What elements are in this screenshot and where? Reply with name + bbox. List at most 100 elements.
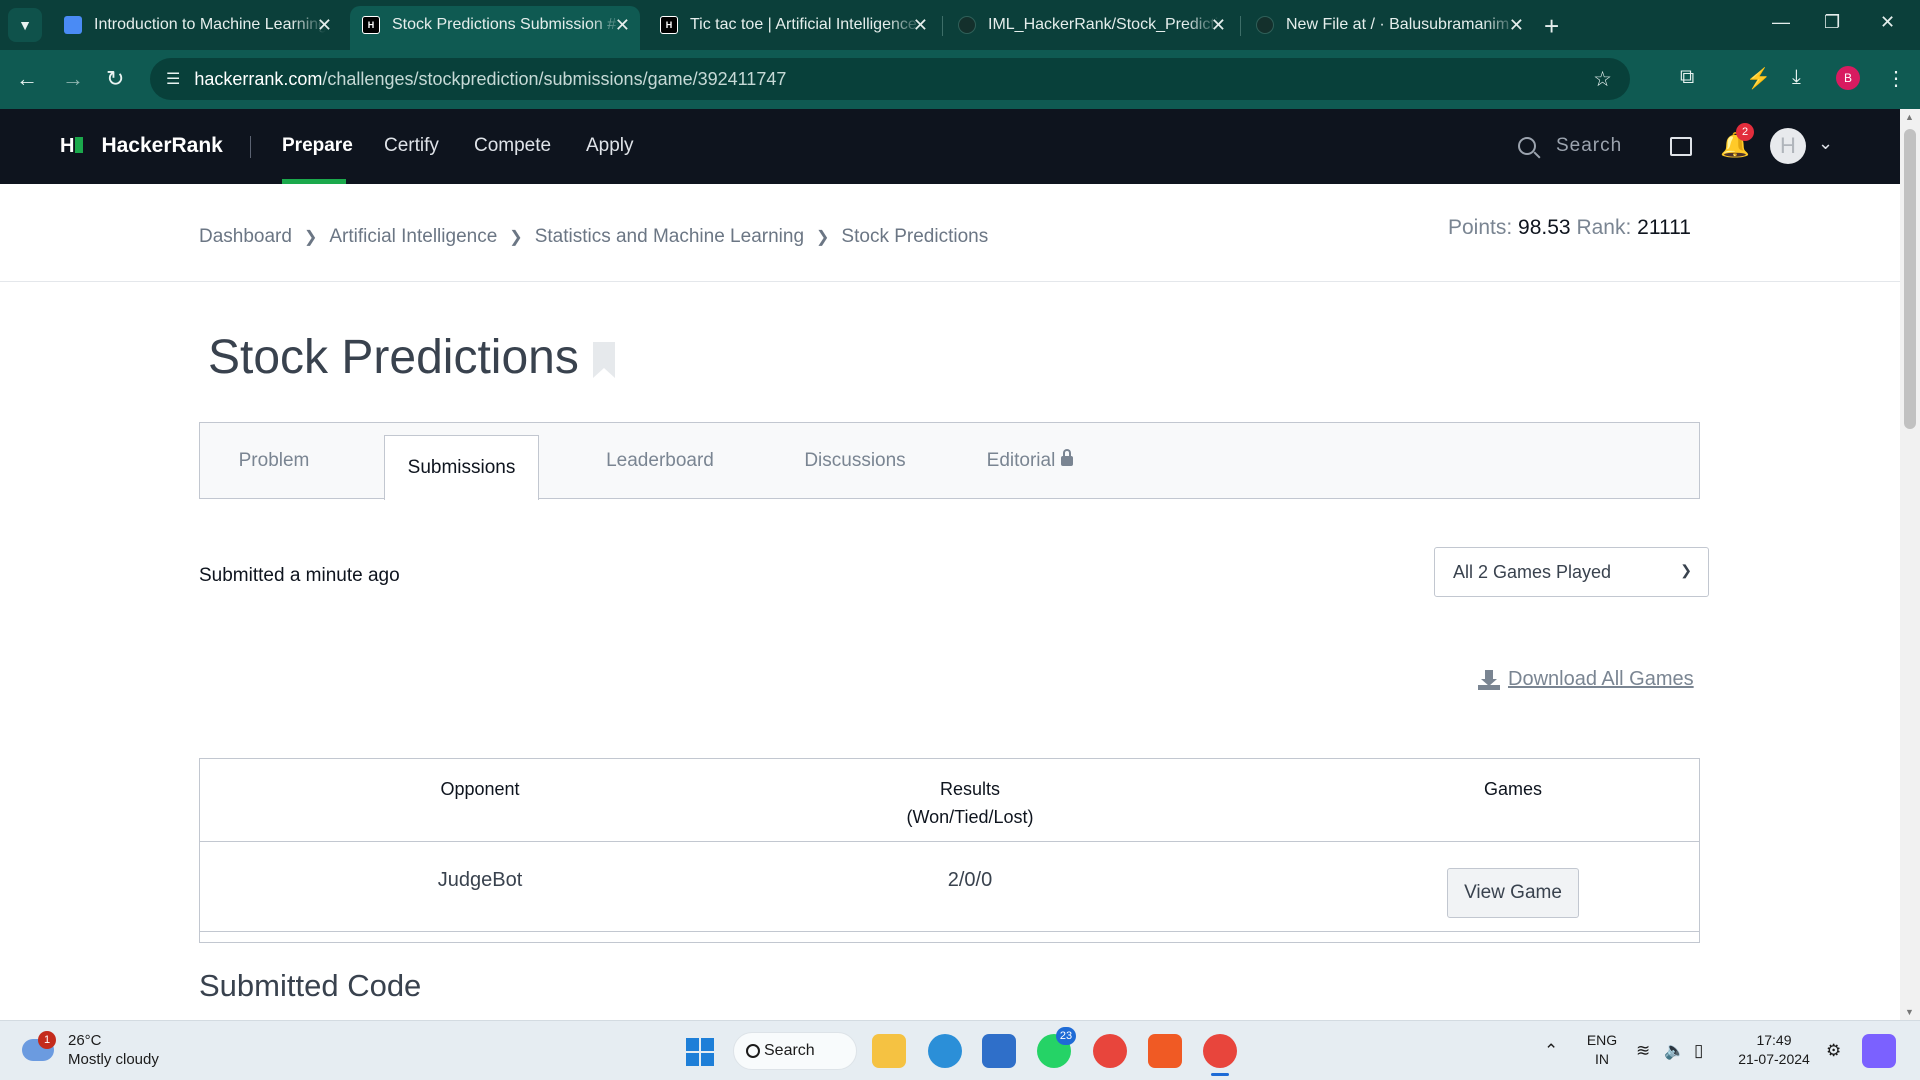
user-avatar[interactable]: H <box>1770 128 1806 164</box>
tab-discussions[interactable]: Discussions <box>770 423 940 499</box>
show-hidden-icons-icon[interactable]: ⌃ <box>1544 1041 1558 1061</box>
bookmark-star-icon[interactable]: ☆ <box>1593 67 1612 92</box>
breadcrumb-dashboard[interactable]: Dashboard <box>199 226 292 248</box>
games-filter-select[interactable]: All 2 Games Played ❯ <box>1434 547 1709 597</box>
browser-menu-icon[interactable]: ⋮ <box>1886 66 1906 91</box>
chevron-down-icon: ❯ <box>1680 562 1692 578</box>
language-indicator[interactable]: ENG IN <box>1582 1031 1622 1069</box>
weather-temp: 26°C <box>68 1032 102 1049</box>
chevron-right-icon: ❯ <box>509 229 523 246</box>
close-tab-icon[interactable]: ✕ <box>615 15 630 36</box>
windows-taskbar: 1 26°C Mostly cloudy Search 23 ⌃ ENG IN … <box>0 1020 1920 1080</box>
browser-toolbar: ← → ↻ ☰ hackerrank.com/challenges/stockp… <box>0 50 1920 109</box>
close-tab-icon[interactable]: ✕ <box>1211 15 1226 36</box>
extensions-icon[interactable]: ⧉ <box>1680 66 1694 89</box>
browser-tab[interactable]: New File at / · Balusubramanim ✕ <box>1244 6 1534 44</box>
browser-tab-active[interactable]: H Stock Predictions Submission # ✕ <box>350 6 640 50</box>
tab-editorial[interactable]: Editorial <box>960 423 1100 499</box>
col-results-line2: (Won/Tied/Lost) <box>906 807 1034 827</box>
page-scrollbar[interactable]: ▲ ▼ <box>1900 109 1920 1020</box>
chrome-active-icon[interactable] <box>1203 1034 1237 1068</box>
chevron-down-icon[interactable]: ⌄ <box>1818 133 1833 154</box>
back-icon[interactable]: ← <box>16 66 38 92</box>
window-close-icon[interactable]: ✕ <box>1880 12 1895 33</box>
col-opponent: Opponent <box>440 779 520 799</box>
taskbar-search[interactable]: Search <box>733 1032 857 1070</box>
volume-icon[interactable]: 🔈 <box>1664 1041 1685 1061</box>
performance-icon[interactable]: ⚡ <box>1746 66 1771 91</box>
search-placeholder: Search <box>1556 135 1623 156</box>
windows-start-icon[interactable] <box>686 1038 714 1066</box>
nav-prepare[interactable]: Prepare <box>282 135 353 157</box>
reload-icon[interactable]: ↻ <box>106 66 124 92</box>
download-all-games-link[interactable]: Download All Games <box>1478 668 1694 691</box>
browser-tab[interactable]: Introduction to Machine Learning ✕ <box>52 6 342 44</box>
search-icon <box>1518 137 1536 155</box>
chrome-icon[interactable] <box>1093 1034 1127 1068</box>
forward-icon[interactable]: → <box>62 66 84 92</box>
browser-tab[interactable]: H Tic tac toe | Artificial Intelligence … <box>648 6 938 44</box>
tab-separator <box>1240 16 1241 36</box>
hackerrank-logo[interactable]: H HackerRank <box>60 134 223 158</box>
hr-search[interactable]: Search <box>1518 135 1622 157</box>
opponent-cell: JudgeBot <box>437 869 523 891</box>
file-explorer-icon[interactable] <box>872 1034 906 1068</box>
browser-tab-strip: ▼ Introduction to Machine Learning ✕ H S… <box>0 0 1920 50</box>
edge-icon[interactable] <box>928 1034 962 1068</box>
battery-icon[interactable]: ▯ <box>1694 1041 1703 1061</box>
col-results: Results (Won/Tied/Lost) <box>860 775 1080 831</box>
close-tab-icon[interactable]: ✕ <box>1509 15 1524 36</box>
new-tab-icon[interactable]: + <box>1544 11 1559 42</box>
hackerrank-icon: H <box>362 16 380 34</box>
col-games: Games <box>1483 779 1543 799</box>
notification-badge: 2 <box>1736 123 1754 141</box>
download-label: Download All Games <box>1508 668 1694 690</box>
brave-icon[interactable] <box>1148 1034 1182 1068</box>
nav-compete[interactable]: Compete <box>474 135 551 157</box>
scroll-down-icon[interactable]: ▼ <box>1905 1007 1914 1017</box>
clock-time: 17:49 <box>1756 1032 1792 1048</box>
weather-widget[interactable]: 1 26°C Mostly cloudy <box>22 1031 159 1069</box>
breadcrumb-artificial-intelligence[interactable]: Artificial Intelligence <box>329 226 497 248</box>
url-host: hackerrank.com <box>194 68 323 89</box>
games-filter-value: All 2 Games Played <box>1453 561 1612 582</box>
clock[interactable]: 17:49 21-07-2024 <box>1734 1031 1814 1069</box>
tab-submissions[interactable]: Submissions <box>384 435 539 500</box>
chevron-right-icon: ❯ <box>816 229 830 246</box>
nav-certify[interactable]: Certify <box>384 135 439 157</box>
hackerrank-icon: H <box>660 16 678 34</box>
games-table: Opponent Results (Won/Tied/Lost) Games J… <box>199 758 1700 943</box>
results-cell: 2/0/0 <box>947 869 993 891</box>
restore-icon[interactable]: ❐ <box>1824 12 1840 33</box>
tab-search-icon[interactable]: ▼ <box>8 8 42 42</box>
bookmark-icon[interactable] <box>593 342 615 378</box>
download-icon <box>1478 669 1500 690</box>
table-header: Opponent Results (Won/Tied/Lost) Games <box>200 759 1699 842</box>
breadcrumb-stock-predictions[interactable]: Stock Predictions <box>841 226 988 248</box>
tab-leaderboard[interactable]: Leaderboard <box>570 423 750 499</box>
view-game-button[interactable]: View Game <box>1447 868 1579 918</box>
address-bar[interactable]: ☰ hackerrank.com/challenges/stockpredict… <box>150 58 1630 100</box>
lock-icon <box>1061 449 1074 466</box>
copilot-icon[interactable] <box>1862 1034 1896 1068</box>
minimize-icon[interactable]: — <box>1772 12 1790 33</box>
scrollbar-thumb[interactable] <box>1904 129 1916 429</box>
wifi-icon[interactable]: ≋ <box>1636 1041 1650 1061</box>
tab-problem[interactable]: Problem <box>200 423 348 499</box>
nav-apply[interactable]: Apply <box>586 135 634 157</box>
active-app-indicator <box>1211 1073 1229 1076</box>
close-tab-icon[interactable]: ✕ <box>317 15 332 36</box>
profile-avatar[interactable]: B <box>1836 66 1860 90</box>
site-settings-icon[interactable]: ☰ <box>166 69 180 89</box>
scroll-up-icon[interactable]: ▲ <box>1905 112 1914 122</box>
submitted-time: Submitted a minute ago <box>199 565 400 586</box>
page-title: Stock Predictions <box>208 331 579 384</box>
close-tab-icon[interactable]: ✕ <box>913 15 928 36</box>
notifications-icon[interactable]: ⚙ <box>1826 1041 1841 1061</box>
downloads-icon[interactable]: ⤓ <box>1792 66 1801 89</box>
breadcrumb-statistics-ml[interactable]: Statistics and Machine Learning <box>535 226 804 248</box>
messages-icon[interactable] <box>1670 137 1692 156</box>
store-icon[interactable] <box>982 1034 1016 1068</box>
table-divider <box>200 931 1699 932</box>
browser-tab[interactable]: IML_HackerRank/Stock_Predictions ✕ <box>946 6 1236 44</box>
